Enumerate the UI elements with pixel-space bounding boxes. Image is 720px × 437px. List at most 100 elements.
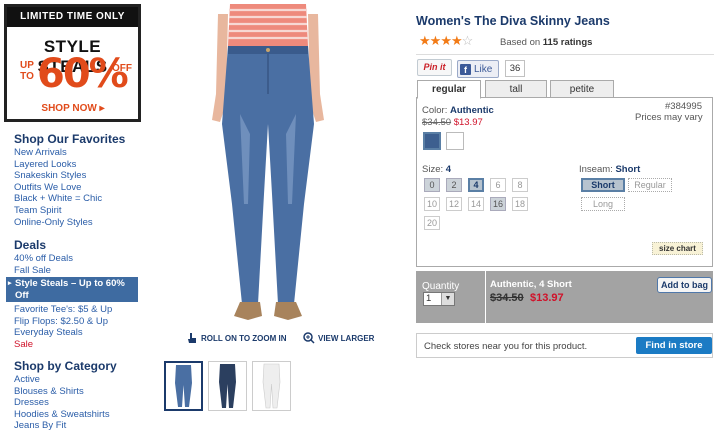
nav-link[interactable]: Black + White = Chic: [14, 193, 102, 205]
tab-petite[interactable]: petite: [550, 80, 614, 98]
inseam-option[interactable]: Long: [581, 197, 625, 211]
roll-zoom-label: ROLL ON TO ZOOM IN: [201, 333, 287, 343]
size-option-unavailable[interactable]: 20: [424, 216, 440, 230]
chevron-down-icon: ▼: [441, 293, 454, 305]
store-finder-text: Check stores near you for this product.: [424, 341, 588, 352]
inseam-option-selected[interactable]: Short: [581, 178, 625, 192]
quantity-label: Quantity: [422, 281, 460, 292]
add-to-bag-button[interactable]: Add to bag: [657, 277, 712, 293]
size-option-unavailable[interactable]: 10: [424, 197, 440, 211]
thumbnail-front[interactable]: [164, 361, 203, 411]
deals-list-bottom: Favorite Tee's: $5 & Up Flip Flops: $2.5…: [14, 304, 112, 350]
pinit-button[interactable]: Pin it: [417, 59, 452, 76]
thumbnail-image: [262, 363, 281, 409]
category-list: Active Blouses & Shirts Dresses Hoodies …: [14, 374, 110, 432]
nav-link[interactable]: Active: [14, 374, 110, 386]
nav-active-label: Style Steals – Up to 60% Off: [15, 278, 125, 301]
quantity-value: 1: [426, 293, 432, 304]
nav-link[interactable]: Blouses & Shirts: [14, 386, 110, 398]
old-price: $34.50: [422, 117, 452, 128]
color-value: Authentic: [449, 105, 494, 116]
view-larger-label: VIEW LARGER: [318, 333, 375, 343]
rating-summary[interactable]: Based on 115 ratings: [500, 37, 592, 48]
favorites-title: Shop Our Favorites: [14, 132, 126, 146]
nav-link[interactable]: Flip Flops: $2.50 & Up: [14, 316, 112, 328]
promo-percent: 60%: [37, 51, 129, 97]
view-larger-link[interactable]: VIEW LARGER: [303, 332, 374, 344]
tab-tall[interactable]: tall: [485, 80, 547, 98]
facebook-like-count: 36: [505, 60, 525, 77]
inseam-row: Short Regular: [581, 178, 672, 192]
roll-zoom-link[interactable]: ROLL ON TO ZOOM IN: [186, 332, 286, 344]
thumbnail-image: [175, 365, 192, 407]
star-filled-icon: ★: [450, 33, 463, 48]
nav-link[interactable]: Outfits We Love: [14, 182, 102, 194]
size-value: 4: [445, 164, 452, 175]
deals-title: Deals: [14, 238, 47, 252]
nav-link[interactable]: Team Spirit: [14, 205, 102, 217]
deals-list-top: 40% off Deals Fall Sale: [14, 253, 73, 276]
color-label: Color: Authentic: [422, 105, 494, 116]
price: $34.50 $13.97: [422, 117, 483, 128]
star-filled-icon: ★: [429, 33, 442, 48]
facebook-like-label: Like: [474, 63, 493, 75]
size-option-selected[interactable]: 4: [468, 178, 484, 192]
color-label-text: Color:: [422, 105, 450, 116]
find-in-store-button[interactable]: Find in store: [636, 337, 712, 354]
size-option[interactable]: 16: [490, 197, 506, 211]
tab-regular[interactable]: regular: [417, 80, 481, 99]
thumbnail-dark[interactable]: [208, 361, 247, 411]
hand-pointer-icon: [188, 333, 196, 343]
size-option[interactable]: 0: [424, 178, 440, 192]
size-label-text: Size:: [422, 164, 446, 175]
facebook-like-button[interactable]: f Like: [457, 60, 499, 78]
facebook-icon: f: [460, 63, 471, 75]
size-option-unavailable[interactable]: 6: [490, 178, 506, 192]
nav-link[interactable]: 40% off Deals: [14, 253, 73, 265]
thumbnail-white[interactable]: [252, 361, 291, 411]
nav-link[interactable]: Dresses: [14, 397, 110, 409]
quantity-select[interactable]: 1 ▼: [423, 292, 455, 306]
size-chart-link[interactable]: size chart: [652, 242, 703, 255]
nav-link[interactable]: Favorite Tee's: $5 & Up: [14, 304, 112, 316]
size-row: 0 2 4 6 8: [424, 178, 528, 192]
nav-link[interactable]: Hoodies & Sweatshirts: [14, 409, 110, 421]
arrow-right-icon: ▸: [8, 280, 12, 287]
product-image[interactable]: [168, 4, 368, 324]
inseam-value: Short: [615, 164, 641, 175]
size-option[interactable]: 2: [446, 178, 462, 192]
nav-link[interactable]: New Arrivals: [14, 147, 102, 159]
inseam-label-text: Inseam:: [579, 164, 616, 175]
rating-prefix: Based on: [500, 37, 543, 48]
nav-link-sale[interactable]: Sale: [14, 339, 112, 351]
size-option-unavailable[interactable]: 14: [468, 197, 484, 211]
nav-link[interactable]: Everyday Steals: [14, 327, 112, 339]
size-row: 20: [424, 216, 440, 230]
rating-stars[interactable]: ★★★★☆: [419, 33, 474, 49]
selection-summary: Authentic, 4 Short: [490, 279, 572, 290]
size-option-unavailable[interactable]: 8: [512, 178, 528, 192]
nav-link[interactable]: Jeans By Fit: [14, 420, 110, 432]
star-empty-icon: ☆: [461, 33, 474, 48]
size-option-unavailable[interactable]: 18: [512, 197, 528, 211]
size-label: Size: 4: [422, 164, 451, 175]
new-price: $13.97: [453, 117, 483, 128]
item-number: #384995: [665, 101, 702, 112]
nav-link-active[interactable]: ▸ Style Steals – Up to 60% Off: [6, 277, 138, 302]
nav-link[interactable]: Fall Sale: [14, 265, 73, 277]
color-swatch-authentic[interactable]: [423, 132, 441, 150]
favorites-list: New Arrivals Layered Looks Snakeskin Sty…: [14, 147, 102, 228]
thumbnail-image: [219, 364, 236, 408]
nav-link[interactable]: Layered Looks: [14, 159, 102, 171]
promo-shop-now[interactable]: SHOP NOW ▸: [35, 101, 111, 116]
promo-banner[interactable]: LIMITED TIME ONLY STYLE STEALS UP TO 60%…: [4, 4, 141, 122]
inseam-option[interactable]: Regular: [628, 178, 672, 192]
nav-link[interactable]: Snakeskin Styles: [14, 170, 102, 182]
promo-top-bar: LIMITED TIME ONLY: [7, 7, 138, 27]
color-swatch-white[interactable]: [446, 132, 464, 150]
category-title: Shop by Category: [14, 359, 117, 373]
nav-link[interactable]: Online-Only Styles: [14, 217, 102, 229]
rating-count: 115 ratings: [542, 37, 593, 48]
inseam-row: Long: [581, 197, 625, 211]
size-option-unavailable[interactable]: 12: [446, 197, 462, 211]
